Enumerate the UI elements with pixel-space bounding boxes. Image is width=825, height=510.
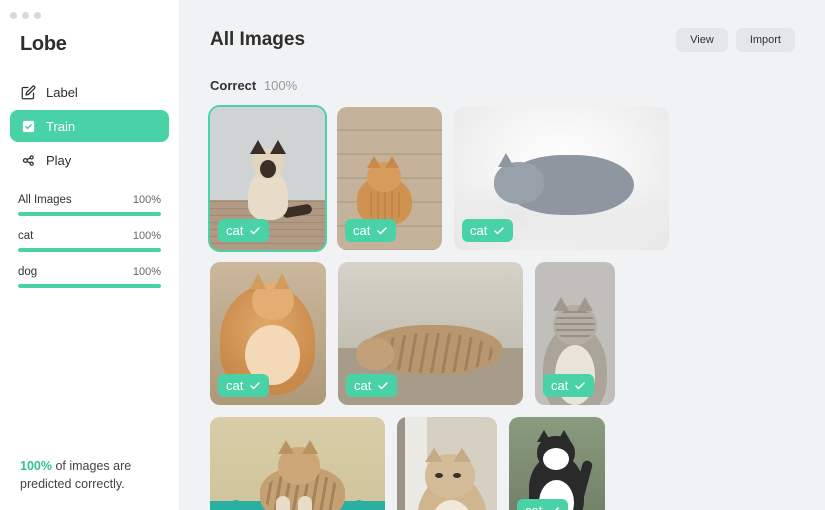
nav-item-train[interactable]: Train [10, 110, 169, 142]
brand-title: Lobe [0, 29, 179, 76]
prediction-badge: cat [218, 374, 269, 397]
image-grid: cat cat cat [210, 107, 795, 510]
header-actions: View Import [676, 28, 795, 52]
label-percent: 100% [133, 194, 161, 206]
image-card[interactable]: cat [210, 107, 325, 250]
badge-label: cat [226, 378, 243, 393]
sidebar: Lobe Label Train Play [0, 0, 180, 510]
badge-label: cat [354, 378, 371, 393]
traffic-light-minimize[interactable] [22, 12, 29, 19]
label-row-dog[interactable]: dog 100% [18, 266, 161, 288]
check-icon [249, 380, 261, 392]
main-content: All Images View Import Correct 100% cat [180, 0, 825, 510]
nav-item-play-text: Play [46, 153, 71, 168]
badge-label: cat [470, 223, 487, 238]
status-percent: 100% [20, 459, 52, 473]
badge-label: cat [226, 223, 243, 238]
check-icon [377, 380, 389, 392]
label-name: dog [18, 266, 37, 278]
progress-bar [18, 212, 161, 216]
subheader: Correct 100% [210, 78, 795, 93]
label-percent: 100% [133, 230, 161, 242]
nav-item-label[interactable]: Label [10, 76, 169, 108]
image-card[interactable]: cat [535, 262, 615, 405]
prediction-badge: cat [345, 219, 396, 242]
image-card[interactable]: cat [509, 417, 605, 510]
nav-item-train-text: Train [46, 119, 75, 134]
prediction-badge: cat [218, 219, 269, 242]
edit-icon [20, 84, 36, 100]
prediction-badge: cat [462, 219, 513, 242]
check-icon [574, 380, 586, 392]
primary-nav: Label Train Play [0, 76, 179, 176]
view-button[interactable]: View [676, 28, 728, 52]
image-card[interactable]: cat [338, 262, 523, 405]
content-header: All Images View Import [210, 28, 795, 52]
label-row-cat[interactable]: cat 100% [18, 230, 161, 252]
prediction-badge: cat [346, 374, 397, 397]
prediction-badge: cat [543, 374, 594, 397]
image-card[interactable]: cat [210, 417, 385, 510]
progress-bar [18, 248, 161, 252]
image-card[interactable]: cat [337, 107, 442, 250]
image-card[interactable]: cat [397, 417, 497, 510]
image-card[interactable]: cat [454, 107, 669, 250]
label-name: All Images [18, 194, 72, 206]
label-row-all[interactable]: All Images 100% [18, 194, 161, 216]
traffic-light-zoom[interactable] [34, 12, 41, 19]
status-text: 100% of images are predicted correctly. [0, 457, 179, 495]
play-icon [20, 152, 36, 168]
badge-label: cat [551, 378, 568, 393]
check-icon [376, 225, 388, 237]
traffic-light-close[interactable] [10, 12, 17, 19]
import-button[interactable]: Import [736, 28, 795, 52]
check-icon [249, 225, 261, 237]
window-controls [0, 8, 179, 29]
label-name: cat [18, 230, 33, 242]
subheader-label: Correct [210, 78, 256, 93]
check-square-icon [20, 118, 36, 134]
check-icon [548, 505, 560, 510]
nav-item-play[interactable]: Play [10, 144, 169, 176]
nav-item-label-text: Label [46, 85, 78, 100]
prediction-badge: cat [517, 499, 568, 510]
subheader-percent: 100% [264, 78, 297, 93]
page-title: All Images [210, 29, 305, 51]
badge-label: cat [525, 503, 542, 510]
image-card[interactable]: cat [210, 262, 326, 405]
badge-label: cat [353, 223, 370, 238]
check-icon [493, 225, 505, 237]
label-percent: 100% [133, 266, 161, 278]
labels-list: All Images 100% cat 100% dog 100% [0, 176, 179, 288]
